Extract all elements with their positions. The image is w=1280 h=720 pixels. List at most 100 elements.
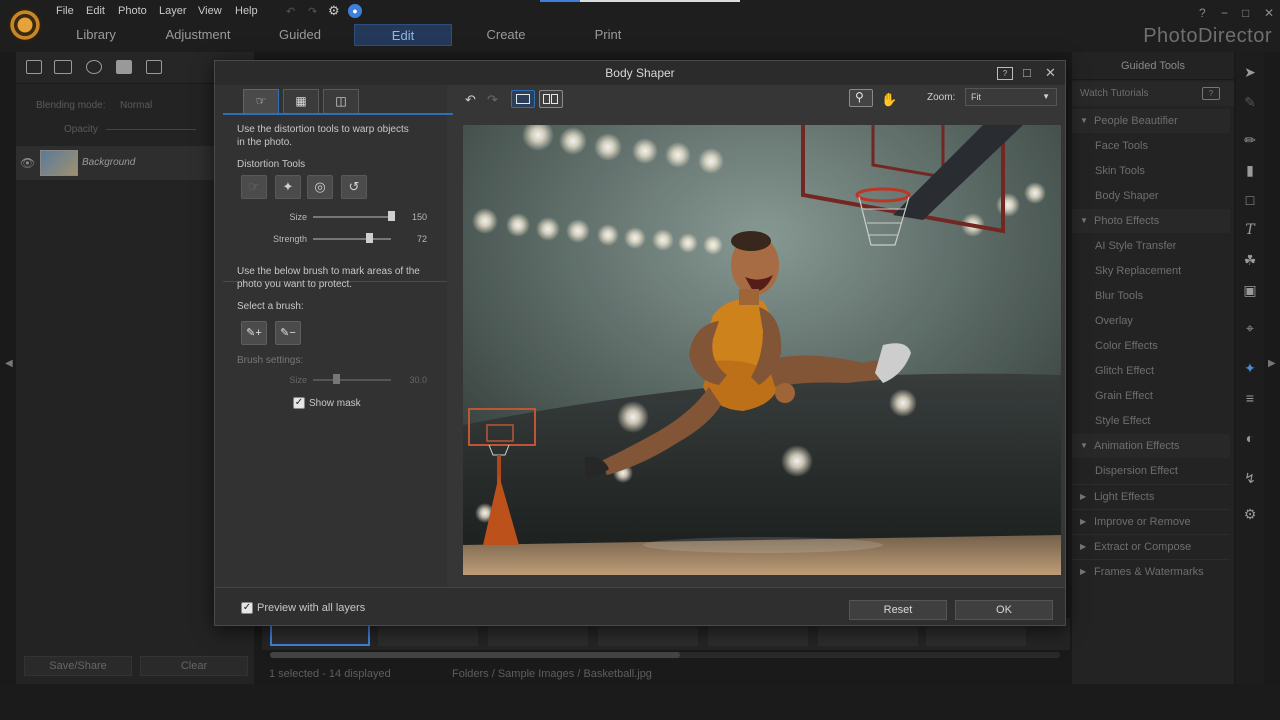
menu-file[interactable]: File <box>56 5 74 17</box>
tool-ai-style-transfer[interactable]: AI Style Transfer <box>1072 234 1230 258</box>
warp-tool-button[interactable]: ☞ <box>241 175 267 199</box>
strength-slider-thumb[interactable] <box>366 233 374 243</box>
brush-size-slider-thumb[interactable] <box>333 374 341 384</box>
single-view-button[interactable] <box>511 90 535 108</box>
transform-icon[interactable]: ↯ <box>1242 470 1258 486</box>
image-layer-icon[interactable] <box>54 60 72 74</box>
preview-all-layers-checkbox[interactable]: ✓ <box>241 602 253 614</box>
brush-icon[interactable]: ✎ <box>1242 94 1258 110</box>
opacity-slider[interactable] <box>106 129 196 130</box>
layer-menu-icon[interactable] <box>146 60 162 74</box>
notification-bell-icon[interactable]: ● <box>348 4 362 18</box>
adjustments-sliders-icon[interactable]: ≡ <box>1242 390 1258 406</box>
size-slider-thumb[interactable] <box>388 211 395 221</box>
scrollbar-thumb[interactable] <box>270 652 680 658</box>
pinch-tool-button[interactable]: ✦ <box>275 175 301 199</box>
ok-button[interactable]: OK <box>955 600 1053 620</box>
select-arrow-icon[interactable]: ➤ <box>1242 64 1258 80</box>
tab-edit[interactable]: Edit <box>354 24 452 46</box>
eye-icon[interactable]: 👁 <box>20 156 35 170</box>
tool-sky-replacement[interactable]: Sky Replacement <box>1072 259 1230 283</box>
tool-body-shaper[interactable]: Body Shaper <box>1072 184 1230 208</box>
help-icon[interactable]: ? <box>1199 6 1206 20</box>
section-frames-watermarks[interactable]: ▶ Frames & Watermarks <box>1072 559 1230 583</box>
menu-edit[interactable]: Edit <box>86 5 105 17</box>
section-animation-effects[interactable]: ▼ Animation Effects <box>1072 434 1230 458</box>
maximize-icon[interactable]: □ <box>1242 6 1249 20</box>
color-wheel-icon[interactable]: ◐ <box>1242 430 1258 446</box>
protect-intro-line1: Use the below brush to mark areas of the <box>237 266 420 277</box>
dialog-close-icon[interactable]: ✕ <box>1045 65 1056 81</box>
section-people-beautifier[interactable]: ▼ People Beautifier <box>1072 109 1230 133</box>
tab-create[interactable]: Create <box>457 24 555 46</box>
guided-tools-icon[interactable]: ✦ <box>1242 360 1258 376</box>
tab-split-view[interactable]: ◫ <box>323 89 359 113</box>
tab-grid-warp[interactable]: ▦ <box>283 89 319 113</box>
app-name: PhotoDirector <box>1143 25 1272 47</box>
erase-protect-brush-button[interactable]: ✎− <box>275 321 301 345</box>
size-slider[interactable] <box>313 216 391 218</box>
minimize-icon[interactable]: − <box>1221 6 1228 20</box>
tutorial-video-icon[interactable]: ? <box>1202 87 1220 100</box>
add-protect-brush-button[interactable]: ✎+ <box>241 321 267 345</box>
tab-distort-tools[interactable]: ☞ <box>243 89 279 113</box>
show-mask-checkbox[interactable]: ✓ <box>293 397 305 409</box>
collapse-left-icon[interactable]: ◀ <box>5 358 13 369</box>
restore-tool-button[interactable]: ↺ <box>341 175 367 199</box>
menu-help[interactable]: Help <box>235 5 258 17</box>
menu-view[interactable]: View <box>198 5 222 17</box>
tool-blur-tools[interactable]: Blur Tools <box>1072 284 1230 308</box>
tool-color-effects[interactable]: Color Effects <box>1072 334 1230 358</box>
layer-row[interactable]: 👁 Background <box>16 146 214 180</box>
mask-icon[interactable] <box>116 60 132 74</box>
crop-icon[interactable]: ⌖ <box>1242 320 1258 336</box>
fill-bucket-icon[interactable]: ☘ <box>1242 252 1258 268</box>
pen-icon[interactable]: ✏ <box>1242 132 1258 148</box>
settings-icon[interactable]: ⚙ <box>328 3 340 19</box>
tool-overlay[interactable]: Overlay <box>1072 309 1230 333</box>
redo-icon[interactable]: ↷ <box>308 5 317 18</box>
text-tool-icon[interactable]: T <box>1242 222 1258 238</box>
dialog-help-icon[interactable]: ? <box>997 67 1013 80</box>
bloat-tool-button[interactable]: ◎ <box>307 175 333 199</box>
reset-button[interactable]: Reset <box>849 600 947 620</box>
strength-slider[interactable] <box>313 238 391 240</box>
tool-grain-effect[interactable]: Grain Effect <box>1072 384 1230 408</box>
tool-glitch-effect[interactable]: Glitch Effect <box>1072 359 1230 383</box>
gradient-icon[interactable]: ▣ <box>1242 282 1258 298</box>
brush-size-slider[interactable] <box>313 379 391 381</box>
dialog-maximize-icon[interactable]: □ <box>1023 65 1031 80</box>
tab-adjustment[interactable]: Adjustment <box>149 24 247 46</box>
filmstrip-scrollbar[interactable] <box>270 652 1060 658</box>
collapse-right-icon[interactable]: ▶ <box>1268 358 1276 369</box>
rectangle-select-icon[interactable]: □ <box>1242 192 1258 208</box>
settings-gear-icon[interactable]: ⚙ <box>1242 506 1258 522</box>
menu-layer[interactable]: Layer <box>159 5 187 17</box>
tab-print[interactable]: Print <box>559 24 657 46</box>
zoom-select[interactable]: Fit ▼ <box>965 88 1057 106</box>
watch-tutorials-row[interactable]: Watch Tutorials ? <box>1072 82 1234 106</box>
section-improve-or-remove[interactable]: ▶ Improve or Remove <box>1072 509 1230 533</box>
tool-dispersion-effect[interactable]: Dispersion Effect <box>1072 459 1230 483</box>
eraser-icon[interactable]: ▮ <box>1242 162 1258 178</box>
menu-photo[interactable]: Photo <box>118 5 147 17</box>
blending-mode-select[interactable]: Normal <box>120 100 152 111</box>
hand-pan-icon[interactable]: ✋ <box>881 91 897 109</box>
tab-library[interactable]: Library <box>47 24 145 46</box>
new-layer-icon[interactable] <box>26 60 42 74</box>
section-extract-or-compose[interactable]: ▶ Extract or Compose <box>1072 534 1230 558</box>
compare-view-button[interactable] <box>539 90 563 108</box>
undo-icon[interactable]: ↶ <box>465 91 476 109</box>
undo-icon[interactable]: ↶ <box>286 5 295 18</box>
zoom-tool-button[interactable]: ⚲ <box>849 89 873 107</box>
section-light-effects[interactable]: ▶ Light Effects <box>1072 484 1230 508</box>
tool-face-tools[interactable]: Face Tools <box>1072 134 1230 158</box>
adjustment-layer-icon[interactable] <box>86 60 102 74</box>
section-photo-effects[interactable]: ▼ Photo Effects <box>1072 209 1230 233</box>
tool-style-effect[interactable]: Style Effect <box>1072 409 1230 433</box>
photo-canvas[interactable] <box>463 125 1061 575</box>
redo-icon[interactable]: ↷ <box>487 91 498 109</box>
close-icon[interactable]: ✕ <box>1264 6 1274 20</box>
tool-skin-tools[interactable]: Skin Tools <box>1072 159 1230 183</box>
tab-guided[interactable]: Guided <box>251 24 349 46</box>
